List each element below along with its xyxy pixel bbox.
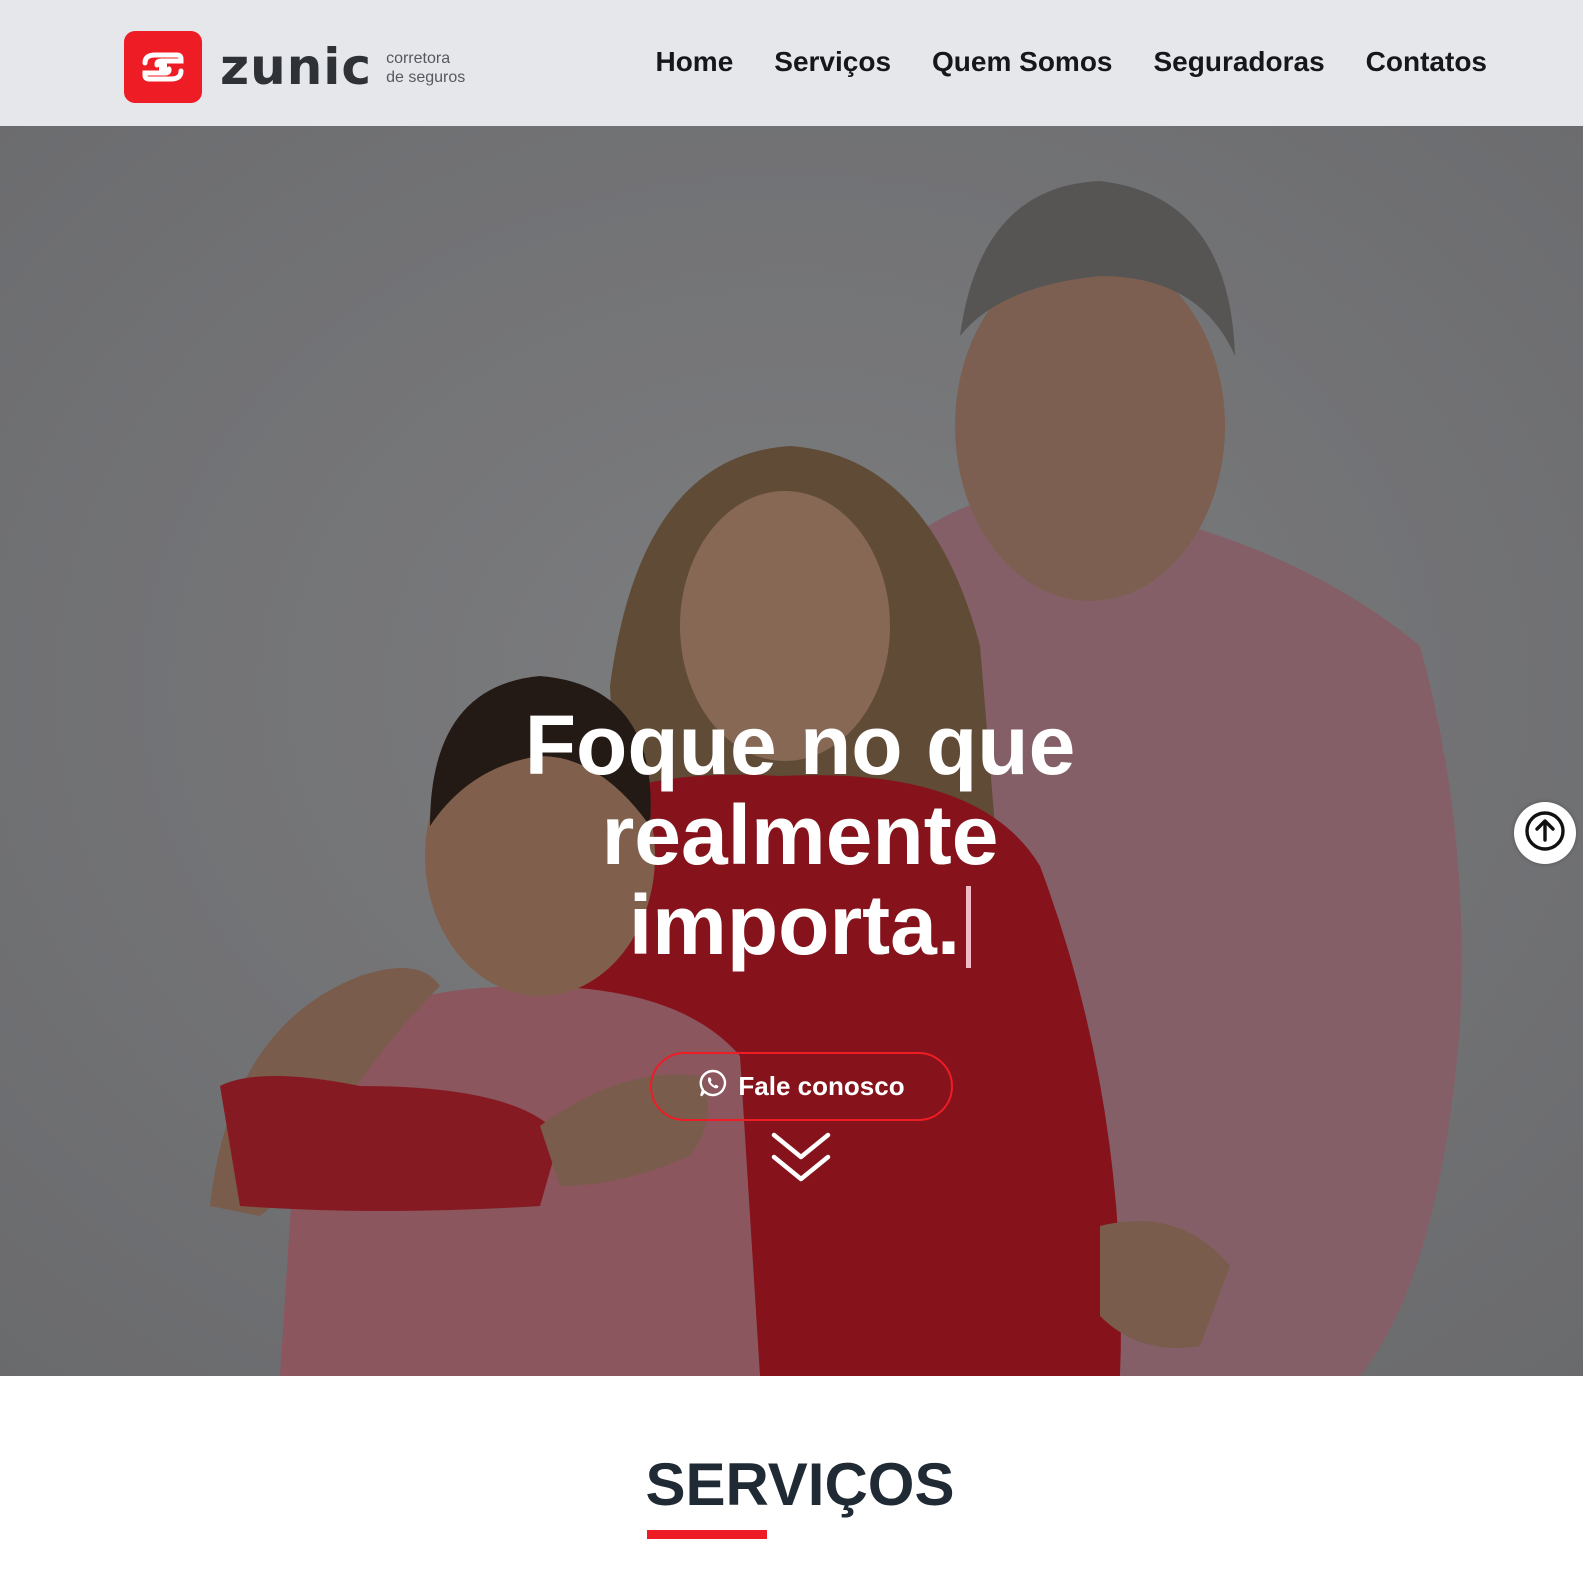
double-chevron-down-icon[interactable] [770, 1131, 832, 1185]
logo-wordmark: zunic [220, 38, 373, 96]
typing-caret [966, 886, 972, 968]
hero-banner: Foque no que realmente importa. Fale con… [0, 126, 1583, 1376]
fale-conosco-button[interactable]: Fale conosco [650, 1052, 953, 1121]
hero-headline-line3: importa. [0, 880, 1583, 970]
zunic-logo[interactable]: zunic corretora de seguros [124, 31, 465, 103]
nav-servicos[interactable]: Serviços [774, 40, 891, 84]
logo-tagline-line2: de seguros [386, 69, 466, 86]
fale-conosco-label: Fale conosco [738, 1071, 905, 1101]
nav-contatos[interactable]: Contatos [1366, 40, 1487, 84]
arrow-up-circle-icon [1523, 809, 1567, 858]
nav-quem-somos[interactable]: Quem Somos [932, 40, 1112, 84]
logo-tagline: corretora de seguros [386, 47, 465, 87]
main-nav: Home Serviços Quem Somos Seguradoras Con… [655, 40, 1487, 84]
services-title-underline [647, 1530, 767, 1539]
hero-headline-line2: realmente [601, 788, 999, 882]
hero-headline: Foque no que realmente importa. [0, 700, 1583, 970]
site-header: zunic corretora de seguros Home Serviços… [0, 0, 1583, 126]
hero-headline-line1: Foque no que [524, 698, 1076, 792]
services-section-title: SERVIÇOS [645, 1451, 955, 1518]
logo-tagline-line1: corretora [386, 50, 451, 67]
hands-logo-icon [124, 31, 202, 103]
whatsapp-icon [698, 1068, 728, 1105]
nav-home[interactable]: Home [655, 40, 733, 84]
nav-seguradoras[interactable]: Seguradoras [1154, 40, 1325, 84]
back-to-top-button[interactable] [1514, 802, 1576, 864]
hero-headline-line3-text: importa. [628, 878, 961, 972]
